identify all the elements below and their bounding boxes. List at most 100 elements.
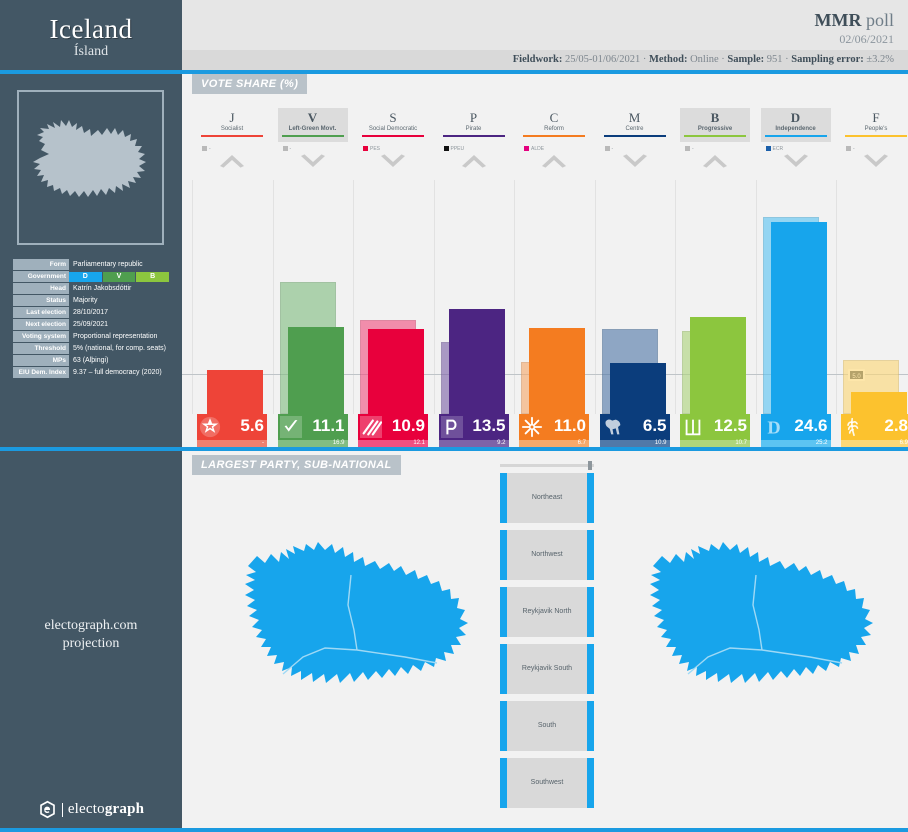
poll-value: 2.8 <box>884 416 908 436</box>
poll-result-bar <box>690 317 746 415</box>
region-card[interactable]: Southwest <box>500 758 594 808</box>
value-cell-j[interactable]: 5.6 - <box>197 414 267 447</box>
trend-down-icon <box>783 154 809 173</box>
value-main: 11.1 <box>278 414 348 440</box>
info-row-last-election: Last election 28/10/2017 <box>13 307 169 319</box>
vote-share-value-row: 5.6 - 11.1 16.9 10.9 12.1 13.5 9.2 11.0 <box>182 414 908 447</box>
poll-value: 11.0 <box>554 416 586 436</box>
country-name: Iceland <box>0 14 182 45</box>
value-cell-p[interactable]: 13.5 9.2 <box>439 414 509 447</box>
meta-sep-3: · <box>783 54 792 65</box>
poll-result-bar <box>610 363 666 414</box>
value-main: 2.8 <box>841 414 908 440</box>
value-cell-f[interactable]: 2.8 6.9 <box>841 414 908 447</box>
party-header-f[interactable]: F People's - <box>841 108 908 153</box>
poll-value: 10.9 <box>392 416 425 436</box>
iceland-map-icon <box>205 535 490 730</box>
euro-group-swatch <box>846 146 851 151</box>
gov-party-d: D <box>69 272 102 282</box>
poll-meta-text: Fieldwork: 25/05-01/06/2021 · Method: On… <box>513 54 894 65</box>
poll-result-bar <box>207 370 263 414</box>
info-row-mps: MPs 63 (Alþingi) <box>13 355 169 367</box>
region-card[interactable]: Reykjavik North <box>500 587 594 637</box>
column-separator <box>675 180 676 414</box>
fieldwork-label: Fieldwork: <box>513 54 563 65</box>
party-color-bar <box>443 135 505 137</box>
region-card[interactable]: Northeast <box>500 473 594 523</box>
method-value: Online <box>690 54 719 65</box>
party-header-d[interactable]: D Independence ECR <box>761 108 831 153</box>
info-key: Threshold <box>13 343 69 355</box>
value-cell-v[interactable]: 11.1 16.9 <box>278 414 348 447</box>
star-person-icon <box>199 416 221 438</box>
value-cell-m[interactable]: 6.5 10.9 <box>600 414 670 447</box>
region-scrollbar-thumb[interactable] <box>588 461 592 470</box>
region-name: South <box>500 701 594 751</box>
region-card[interactable]: South <box>500 701 594 751</box>
column-separator <box>353 180 354 414</box>
party-euro-group: - <box>600 146 670 153</box>
checkmark-icon <box>280 416 302 438</box>
column-separator <box>595 180 596 414</box>
poll-value: 11.1 <box>312 416 344 436</box>
party-letter: S <box>358 110 428 125</box>
region-card[interactable]: Reykjavik South <box>500 644 594 694</box>
trend-up-icon <box>219 154 245 173</box>
iceland-outline-icon <box>19 92 162 243</box>
poll-word: poll <box>866 10 894 30</box>
party-header-p[interactable]: P Pirate PPEU <box>439 108 509 153</box>
info-key: Last election <box>13 307 69 319</box>
region-name: Northwest <box>500 530 594 580</box>
party-header-c[interactable]: C Reform ALDE <box>519 108 589 153</box>
poll-value: 6.5 <box>643 416 667 436</box>
party-name: Progressive <box>680 125 750 134</box>
column-separator <box>192 180 193 414</box>
value-cell-d[interactable]: D 24.6 25.2 <box>761 414 831 447</box>
projection-line-1: electograph.com <box>0 617 182 635</box>
region-card[interactable]: Northwest <box>500 530 594 580</box>
party-color-bar <box>201 135 263 137</box>
open-book-icon <box>682 416 704 438</box>
party-euro-group: - <box>278 146 348 153</box>
poll-value: 24.6 <box>794 416 827 436</box>
party-letter: F <box>841 110 908 125</box>
region-scrollbar-track[interactable] <box>500 464 594 467</box>
party-header-s[interactable]: S Social Democratic PES <box>358 108 428 153</box>
poll-value: 12.5 <box>714 416 747 436</box>
info-key: MPs <box>13 355 69 367</box>
trend-up-icon <box>702 154 728 173</box>
euro-group-swatch <box>524 146 529 151</box>
party-name: Socialist <box>197 125 267 134</box>
party-header-j[interactable]: J Socialist - <box>197 108 267 153</box>
region-name: Southwest <box>500 758 594 808</box>
party-header-b[interactable]: B Progressive - <box>680 108 750 153</box>
region-name: Reykjavik North <box>500 587 594 637</box>
info-key: Next election <box>13 319 69 331</box>
info-value: 28/10/2017 <box>69 307 169 319</box>
sample-label: Sample: <box>727 54 764 65</box>
value-sub: 6.9 <box>841 440 908 447</box>
brand-footer: electograph <box>0 800 182 824</box>
party-name: Independence <box>761 125 831 134</box>
value-cell-b[interactable]: 12.5 10.7 <box>680 414 750 447</box>
info-row-threshold: Threshold 5% (national, for comp. seats) <box>13 343 169 355</box>
previous-value: 6.9 <box>900 440 908 447</box>
party-header-m[interactable]: M Centre - <box>600 108 670 153</box>
column-separator <box>836 180 837 414</box>
poll-result-bar <box>771 222 827 414</box>
column-separator <box>514 180 515 414</box>
value-cell-c[interactable]: 11.0 6.7 <box>519 414 589 447</box>
euro-group-swatch <box>685 146 690 151</box>
value-main: 10.9 <box>358 414 428 440</box>
electograph-logo-icon <box>38 800 57 819</box>
info-value: Proportional representation <box>69 331 169 343</box>
poll-result-bar <box>851 392 907 414</box>
party-header-v[interactable]: V Left-Green Movt. - <box>278 108 348 153</box>
value-cell-s[interactable]: 10.9 12.1 <box>358 414 428 447</box>
column-separator <box>273 180 274 414</box>
party-euro-group: PPEU <box>439 146 509 153</box>
value-main: 11.0 <box>519 414 589 440</box>
poll-result-bar <box>449 309 505 414</box>
euro-group-swatch <box>605 146 610 151</box>
party-letter: D <box>761 110 831 125</box>
